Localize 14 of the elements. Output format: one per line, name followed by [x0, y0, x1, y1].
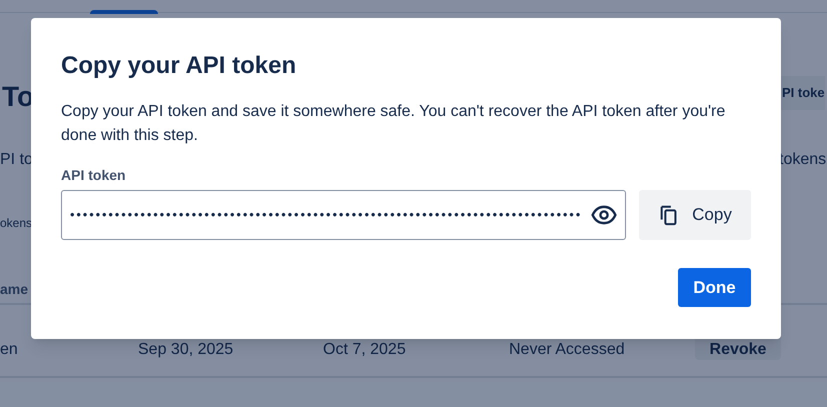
- dialog-title: Copy your API token: [61, 51, 298, 81]
- selected-tab-indicator: [90, 10, 158, 14]
- table-cell: en: [0, 341, 18, 359]
- copy-button[interactable]: Copy: [639, 190, 751, 240]
- table-cell: Sep 30, 2025: [138, 341, 234, 359]
- table-cell: Oct 7, 2025: [323, 341, 406, 359]
- done-button[interactable]: Done: [678, 268, 751, 307]
- token-value: ••••••••••••••••••••••••••••••••••••••••••••••••••••••••••••••••••••••••••••••••: [70, 206, 581, 224]
- dialog-message: Copy your API token and save it somewhere safe. You can't recover the API token after you're done with this step.: [61, 102, 726, 146]
- table-cell: Never Accessed: [509, 341, 625, 359]
- token-field[interactable]: ••••••••••••••••••••••••••••••••••••••••••••••••••••••••••••••••••••••••••••••••: [61, 190, 626, 240]
- field-label: API token: [61, 166, 127, 184]
- column-header: ame: [0, 280, 28, 299]
- subheading: okens: [0, 215, 32, 232]
